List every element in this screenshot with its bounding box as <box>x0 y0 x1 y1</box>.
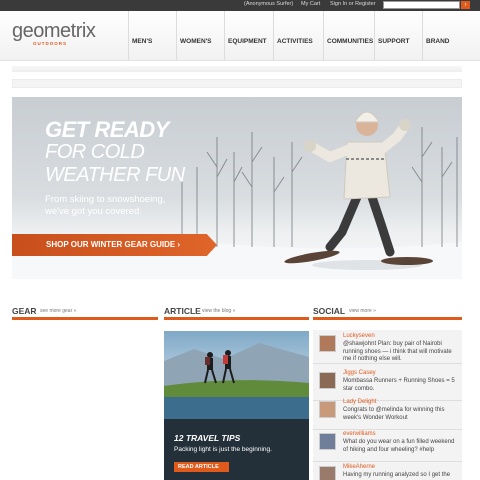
view-more-social-link[interactable]: view more » <box>349 308 376 314</box>
avatar <box>319 335 336 352</box>
social-text: What do you wear on a fun filled weekend… <box>343 439 455 453</box>
nav-item-brand[interactable]: BRAND <box>422 11 462 61</box>
article-subtitle: Packing light is just the beginning. <box>174 446 272 453</box>
avatar <box>319 372 336 389</box>
site-header: geometrix OUTDOORS MEN'S WOMEN'S EQUIPME… <box>0 11 480 61</box>
hero-banner[interactable]: GET READY FOR COLD WEATHER FUN From skii… <box>12 97 462 279</box>
social-title: SOCIAL <box>313 306 346 316</box>
hero-subtext-2: we've got you covered. <box>45 206 142 217</box>
social-username[interactable]: Luckyseven <box>343 333 375 339</box>
read-article-label: READ ARTICLE <box>178 464 219 470</box>
social-feed: Luckyseven @shawjohnt Plan: buy pair of … <box>313 330 462 480</box>
article-title: ARTICLE <box>164 306 201 316</box>
social-text: Mombassa Runners + Running Shoes = 5 sta… <box>343 378 455 392</box>
nav-label: MEN'S <box>132 38 153 45</box>
logo-tagline: OUTDOORS <box>33 41 68 46</box>
see-more-gear-link[interactable]: see more gear » <box>40 308 76 314</box>
nav-item-support[interactable]: SUPPORT <box>374 11 422 61</box>
nav-item-activities[interactable]: ACTIVITIES <box>273 11 323 61</box>
read-article-button[interactable]: READ ARTICLE <box>174 462 229 472</box>
nav-label: EQUIPMENT <box>228 38 267 45</box>
social-text: Congrats to @melinda for winning this we… <box>343 407 445 421</box>
nav-item-mens[interactable]: MEN'S <box>128 11 176 61</box>
nav-label: COMMUNITIES <box>327 38 374 45</box>
nav-label: ACTIVITIES <box>277 38 313 45</box>
hero-headline-2: FOR COLD <box>45 141 145 163</box>
nav-item-equipment[interactable]: EQUIPMENT <box>224 11 273 61</box>
logo[interactable]: geometrix OUTDOORS <box>12 20 96 46</box>
search-go-button[interactable]: › <box>461 1 470 9</box>
gear-title: GEAR <box>12 306 37 316</box>
social-text: @shawjohnt Plan: buy pair of Nairobi run… <box>343 341 452 362</box>
my-cart-link[interactable]: My Cart <box>301 1 320 7</box>
utility-bar: (Anonymous Surfer) My Cart Sign In or Re… <box>0 0 480 17</box>
social-item[interactable]: MikeAherne Having my running analyzed so… <box>313 461 462 480</box>
page: (Anonymous Surfer) My Cart Sign In or Re… <box>0 0 480 480</box>
social-username[interactable]: Lady Delight <box>343 399 376 405</box>
social-username[interactable]: everwilliams <box>343 431 376 437</box>
gear-section-header: GEAR see more gear » <box>12 304 158 320</box>
article-image <box>164 331 309 480</box>
header-shadow-strip <box>12 66 462 72</box>
social-text: Having my running analyzed so I get the … <box>343 472 451 480</box>
view-blog-link[interactable]: view the blog » <box>202 308 235 314</box>
search-box <box>383 1 460 17</box>
nav-label: WOMEN'S <box>180 38 212 45</box>
hero-headline-1: GET READY <box>45 117 169 142</box>
social-username[interactable]: MikeAherne <box>343 464 375 470</box>
sign-in-link[interactable]: Sign In or Register <box>330 1 376 7</box>
social-item[interactable]: Lady Delight Congrats to @melinda for wi… <box>313 396 462 430</box>
nav-item-womens[interactable]: WOMEN'S <box>176 11 224 61</box>
social-username[interactable]: Jiggs Casey <box>343 370 376 376</box>
cta-label: SHOP OUR WINTER GEAR GUIDE › <box>46 240 181 249</box>
hero-subtext-1: From skiing to snowshoeing, <box>45 194 166 205</box>
nav-label: SUPPORT <box>378 38 410 45</box>
nav-label: BRAND <box>426 38 450 45</box>
article-card[interactable]: 12 TRAVEL TIPS Packing light is just the… <box>164 331 309 480</box>
avatar <box>319 466 336 480</box>
social-item[interactable]: everwilliams What do you wear on a fun f… <box>313 428 462 462</box>
shop-winter-gear-button[interactable]: SHOP OUR WINTER GEAR GUIDE › <box>12 234 217 256</box>
social-section-header: SOCIAL view more » <box>313 304 462 320</box>
avatar <box>319 433 336 450</box>
promo-strip <box>12 79 462 88</box>
hero-headline-3: WEATHER FUN <box>45 164 185 186</box>
nav-item-communities[interactable]: COMMUNITIES <box>323 11 374 61</box>
social-item[interactable]: Luckyseven @shawjohnt Plan: buy pair of … <box>313 330 462 364</box>
logo-wordmark: geometrix <box>12 20 96 42</box>
anonymous-user-label: (Anonymous Surfer) <box>244 1 294 7</box>
avatar <box>319 401 336 418</box>
article-headline: 12 TRAVEL TIPS <box>174 433 241 443</box>
article-section-header: ARTICLE view the blog » <box>164 304 309 320</box>
